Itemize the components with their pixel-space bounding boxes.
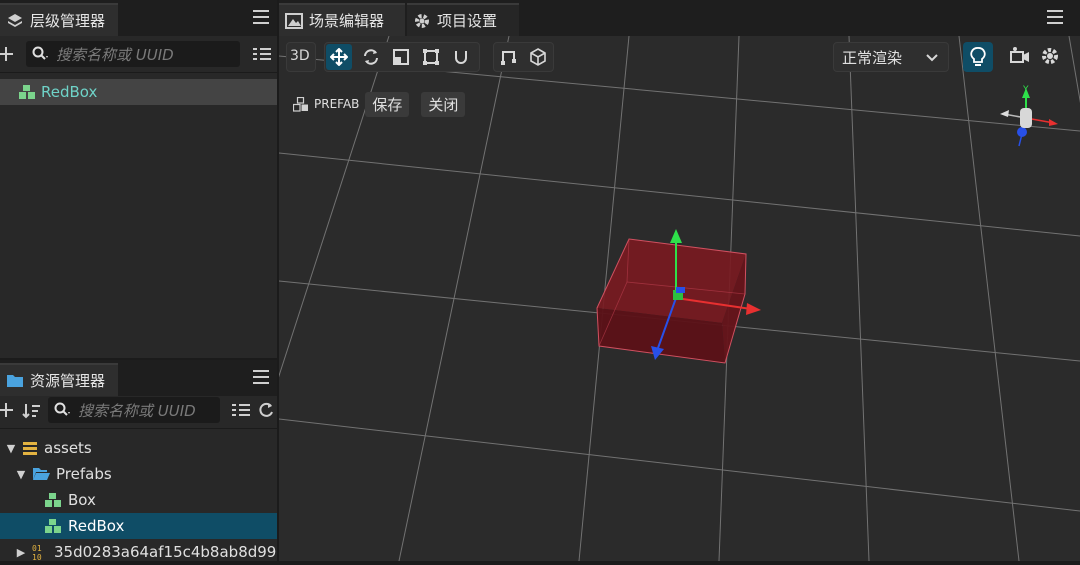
asset-label: 35d0283a64af15c4b8ab8d99 (54, 543, 277, 561)
add-asset-icon[interactable] (0, 400, 16, 420)
tab-assets[interactable]: 资源管理器 (0, 363, 118, 396)
asset-label: RedBox (68, 517, 125, 535)
pivot-tool-button[interactable] (496, 44, 522, 70)
assets-menu-icon[interactable] (253, 370, 269, 384)
gizmo-axis-y-label: Y (1022, 85, 1029, 95)
cube-outline-icon (530, 48, 546, 66)
rect-transform-icon (423, 49, 439, 65)
view-tools-group (493, 42, 554, 72)
scale-icon (393, 49, 409, 65)
hierarchy-panel: 层级管理器 搜索名称或 UUID RedBox (0, 0, 277, 358)
local-global-button[interactable] (525, 44, 551, 70)
prefab-asset-icon (44, 492, 62, 508)
asset-tree-item[interactable]: ▼ Prefabs (0, 461, 277, 487)
scene-settings-button[interactable] (1040, 46, 1060, 66)
tab-hierarchy[interactable]: 层级管理器 (0, 3, 118, 36)
scene-image-icon (285, 12, 303, 29)
tab-scene-label: 场景编辑器 (309, 12, 385, 30)
chevron-down-icon[interactable]: ▼ (4, 442, 18, 455)
chevron-down-icon[interactable]: ▼ (14, 468, 28, 481)
gear-icon (413, 12, 431, 30)
prefab-label: PREFAB (314, 97, 360, 111)
chevron-right-icon[interactable]: ▶ (14, 546, 28, 559)
asset-label: assets (44, 439, 92, 457)
asset-tree-item[interactable]: RedBox (0, 513, 277, 539)
folder-icon (6, 373, 24, 389)
move-icon (330, 48, 348, 66)
magnet-icon (455, 51, 467, 64)
prefab-node-icon (18, 84, 36, 100)
tab-scene-editor[interactable]: 场景编辑器 (279, 3, 405, 36)
tab-settings-label: 项目设置 (437, 12, 498, 30)
svg-text:01: 01 (32, 544, 42, 553)
lighting-toggle-button[interactable] (963, 42, 993, 72)
assets-tabbar: 资源管理器 (0, 360, 277, 396)
assets-panel: 资源管理器 搜索名称或 UUID ▼ assets ▼ Prefabs Box … (0, 360, 277, 561)
hierarchy-item-redbox[interactable]: RedBox (0, 79, 277, 105)
sort-icon[interactable] (22, 402, 42, 420)
chevron-down-icon (926, 54, 938, 62)
lightbulb-icon (970, 47, 986, 66)
hierarchy-search-placeholder: 搜索名称或 UUID (56, 45, 174, 64)
render-mode-select[interactable]: 正常渲染 (833, 42, 949, 72)
scene-menu-icon[interactable] (1047, 10, 1063, 24)
refresh-icon[interactable] (257, 401, 275, 419)
svg-text:10: 10 (32, 553, 42, 561)
binary-file-icon: 01 10 (32, 543, 48, 561)
gear-icon (1042, 48, 1058, 64)
camera-settings-button[interactable] (1010, 46, 1030, 64)
hierarchy-menu-icon[interactable] (253, 10, 269, 24)
move-tool-button[interactable] (326, 44, 352, 70)
rotate-tool-button[interactable] (358, 44, 384, 70)
hierarchy-tabbar: 层级管理器 (0, 0, 277, 36)
mode-3d-button[interactable]: 3D (286, 42, 316, 72)
database-icon (22, 440, 38, 456)
transform-tools-group (324, 42, 480, 72)
prefab-bar: PREFAB 保存 关闭 (293, 91, 466, 117)
pivot-icon (501, 51, 516, 65)
assets-search-placeholder: 搜索名称或 UUID (78, 401, 196, 420)
asset-tree-item[interactable]: Box (0, 487, 277, 513)
add-node-icon[interactable] (0, 44, 16, 64)
prefab-icon (293, 96, 309, 112)
scene-tabbar: 场景编辑器 项目设置 (279, 0, 1080, 36)
asset-label: Prefabs (56, 465, 112, 483)
prefab-asset-icon (44, 518, 62, 534)
search-icon (54, 402, 72, 418)
render-mode-value: 正常渲染 (842, 48, 903, 67)
tab-project-settings[interactable]: 项目设置 (407, 3, 519, 36)
tab-hierarchy-label: 层级管理器 (30, 12, 106, 30)
search-icon (32, 46, 50, 62)
camera-icon (1010, 47, 1029, 63)
assets-search-input[interactable]: 搜索名称或 UUID (48, 397, 220, 423)
mode-3d-label: 3D (290, 48, 310, 64)
snap-tool-button[interactable] (448, 44, 474, 70)
hierarchy-search-input[interactable]: 搜索名称或 UUID (26, 41, 240, 67)
sort-list-icon[interactable] (252, 46, 272, 62)
prefab-save-button[interactable]: 保存 (365, 91, 410, 117)
folder-open-icon (32, 466, 50, 482)
prefab-close-button[interactable]: 关闭 (421, 91, 466, 117)
rotate-icon (364, 49, 378, 65)
hierarchy-item-label: RedBox (41, 83, 98, 101)
filter-list-icon[interactable] (231, 402, 251, 418)
scale-tool-button[interactable] (388, 44, 414, 70)
tab-assets-label: 资源管理器 (30, 372, 106, 390)
rect-tool-button[interactable] (418, 44, 444, 70)
scene-panel: 场景编辑器 项目设置 Y 3D 正常渲染 PREFAB 保存 关闭 (279, 0, 1080, 561)
layers-icon (6, 12, 24, 30)
asset-tree-item[interactable]: ▶ 01 10 35d0283a64af15c4b8ab8d99 (0, 539, 277, 565)
asset-tree-item[interactable]: ▼ assets (0, 435, 277, 461)
asset-label: Box (68, 491, 96, 509)
